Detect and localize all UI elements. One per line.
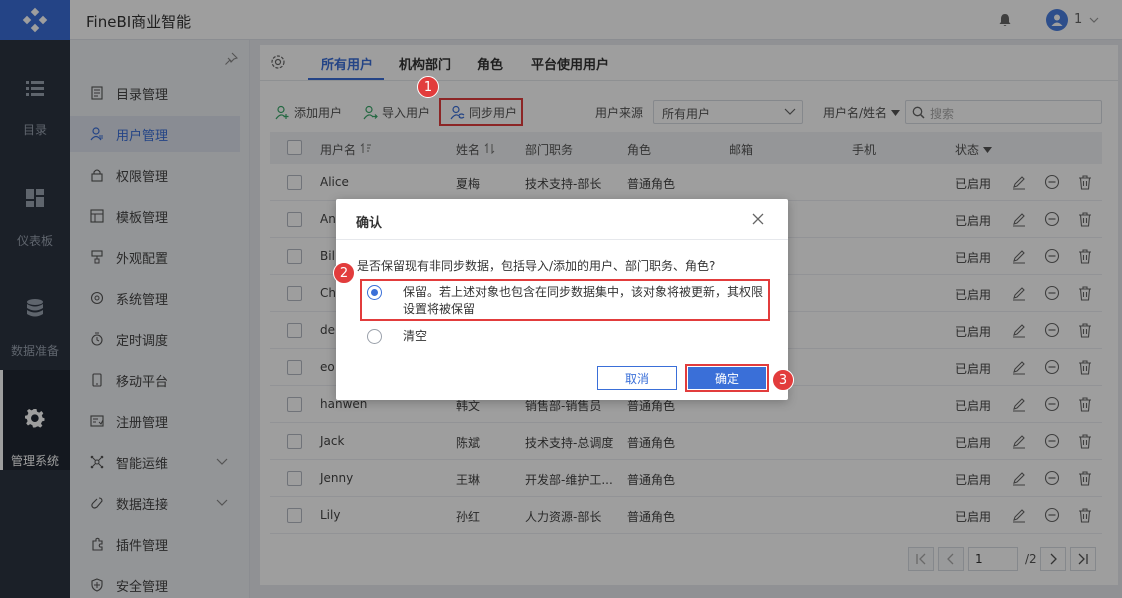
clear-option-label[interactable]: 清空 (403, 328, 427, 345)
dialog-title: 确认 (356, 216, 383, 231)
confirm-dialog: 确认 是否保留现有非同步数据，包括导入/添加的用户、部门职务、角色? 保留。若上… (336, 199, 788, 400)
keep-option-label[interactable]: 保留。若上述对象也包含在同步数据集中，该对象将被更新，其权限 设置将被保留 (403, 284, 763, 318)
ok-button[interactable]: 确定 (688, 367, 766, 389)
step-badge-1: 1 (417, 76, 439, 98)
clear-radio[interactable] (367, 329, 382, 344)
keep-radio[interactable] (367, 285, 382, 300)
close-icon[interactable] (752, 213, 764, 225)
dialog-question: 是否保留现有非同步数据，包括导入/添加的用户、部门职务、角色? (357, 259, 716, 273)
step-badge-3: 3 (772, 369, 794, 391)
cancel-button[interactable]: 取消 (597, 366, 677, 390)
keep-option-line2: 设置将被保留 (403, 302, 476, 316)
step-badge-2: 2 (333, 262, 355, 284)
dialog-divider (336, 239, 788, 240)
keep-option-line1: 保留。若上述对象也包含在同步数据集中，该对象将被更新，其权限 (403, 285, 764, 299)
